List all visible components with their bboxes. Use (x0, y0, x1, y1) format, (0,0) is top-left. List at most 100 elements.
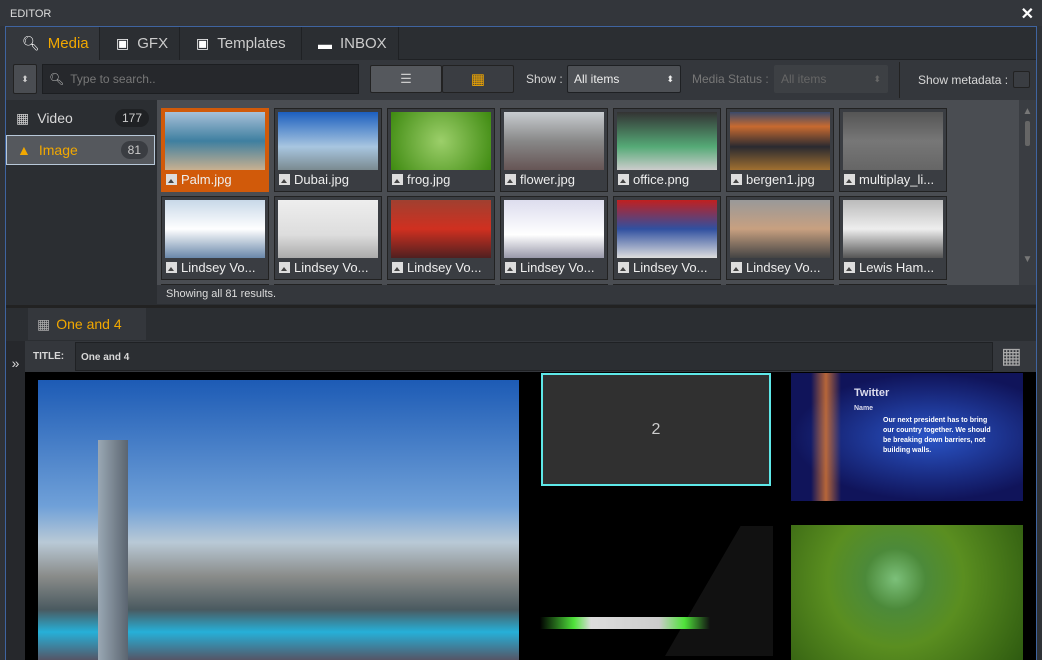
media-name: Lindsey Vo... (407, 260, 482, 275)
media-caption: Lindsey Vo... (392, 260, 492, 275)
layout-canvas: 2 Twitter Name Our next president has to… (25, 372, 1036, 660)
media-item[interactable]: Dubai.jpg (274, 108, 382, 192)
sidebar-item-image[interactable]: ▲ Image 81 (6, 135, 155, 165)
media-item[interactable]: Palm.jpg (161, 108, 269, 192)
title-row: TITLE: One and 4 ▦ (25, 341, 1036, 372)
media-grid: Palm.jpg Dubai.jpg frog.jpg flower.jpg offic… (157, 100, 1019, 285)
slot-5-frog-image[interactable] (791, 525, 1023, 660)
splitter[interactable] (6, 305, 1036, 308)
tab-gfx[interactable]: ▣ GFX (100, 27, 180, 60)
title-input[interactable]: One and 4 (75, 342, 993, 371)
film-icon: ▦ (16, 109, 30, 126)
thumbnail (278, 112, 378, 170)
grid-view-button[interactable]: ▦ (442, 65, 514, 93)
media-caption: office.png (618, 172, 718, 187)
scroll-thumb[interactable] (1025, 121, 1030, 146)
media-caption: Lindsey Vo... (279, 260, 379, 275)
media-name: office.png (633, 172, 690, 187)
media-item[interactable]: bergen1.jpg (726, 108, 834, 192)
media-item[interactable]: Lindsey Vo... (613, 196, 721, 280)
layout-select-button[interactable]: ▦ (1001, 344, 1022, 368)
image-icon (279, 262, 290, 273)
media-item[interactable]: Lindsey Vo... (274, 196, 382, 280)
media-name: Lindsey Vo... (746, 260, 821, 275)
show-metadata-label: Show metadata : (918, 73, 1009, 87)
divider (899, 62, 900, 98)
title-bar (0, 0, 1042, 26)
media-item[interactable]: office.png (613, 108, 721, 192)
media-name: Palm.jpg (181, 172, 232, 187)
thumbnail (391, 200, 491, 258)
image-icon (279, 174, 290, 185)
media-name: Lewis Ham... (859, 260, 935, 275)
twitter-text: Our next president has to bring our coun… (883, 417, 991, 454)
image-icon (505, 174, 516, 185)
media-item[interactable]: Lindsey Vo... (500, 196, 608, 280)
sports-lower-third (540, 617, 710, 629)
tab-media[interactable]: 🔍︎ Media (6, 27, 100, 60)
sort-button[interactable]: ⬍ (13, 64, 37, 94)
slot-number: 2 (651, 420, 661, 438)
media-status-select: All items ⬍ (774, 65, 888, 93)
image-icon (392, 174, 403, 185)
media-item[interactable]: Lindsey Vo... (161, 196, 269, 280)
count-badge: 81 (120, 141, 148, 159)
slot-2-empty[interactable]: 2 (541, 373, 771, 486)
media-name: frog.jpg (407, 172, 451, 187)
double-chevron-right-icon[interactable]: » (6, 355, 25, 371)
image-icon (731, 174, 742, 185)
show-value: All items (574, 72, 620, 86)
media-item[interactable]: frog.jpg (387, 108, 495, 192)
search-icon: 🔍︎ (49, 72, 65, 86)
tab-layout[interactable]: ▦ One and 4 (28, 308, 146, 340)
slot-3-twitter-graphic[interactable]: Twitter Name Our next president has to b… (791, 373, 1023, 501)
show-metadata-checkbox[interactable] (1013, 71, 1030, 88)
scroll-down-icon[interactable]: ▼ (1019, 254, 1036, 265)
search-placeholder: Type to search.. (70, 72, 156, 86)
twitter-heading: Twitter (854, 387, 890, 399)
tab-label: Templates (217, 35, 286, 52)
count-badge: 177 (114, 109, 149, 127)
media-name: flower.jpg (520, 172, 575, 187)
search-icon: 🔍︎ (22, 35, 40, 51)
thumbnail (843, 112, 943, 170)
list-icon: ☰ (400, 71, 412, 86)
media-caption: Lindsey Vo... (166, 260, 266, 275)
tab-label: INBOX (340, 35, 387, 52)
image-icon (618, 174, 629, 185)
media-status-label: Media Status : (692, 72, 769, 86)
thumbnail (843, 200, 943, 258)
scroll-up-icon[interactable]: ▲ (1019, 106, 1036, 117)
media-item[interactable]: Lewis Ham... (839, 196, 947, 280)
media-name: multiplay_li... (859, 172, 935, 187)
media-item[interactable]: Lindsey Vo... (726, 196, 834, 280)
image-icon (844, 262, 855, 273)
media-caption: Lindsey Vo... (731, 260, 831, 275)
media-caption: Lindsey Vo... (505, 260, 605, 275)
show-select[interactable]: All items ⬍ (567, 65, 681, 93)
tab-inbox[interactable]: ▬ INBOX (302, 27, 399, 60)
grid-scrollbar[interactable]: ▲ ▼ (1019, 100, 1036, 285)
media-item[interactable]: Lindsey Vo... (387, 196, 495, 280)
show-label: Show : (526, 72, 563, 86)
slot-1-dubai-image[interactable] (38, 380, 519, 660)
search-input[interactable]: 🔍︎ Type to search.. (42, 64, 359, 94)
list-view-button[interactable]: ☰ (370, 65, 442, 93)
media-item[interactable]: multiplay_li... (839, 108, 947, 192)
tab-bar-fill (399, 27, 1036, 60)
media-name: Lindsey Vo... (294, 260, 369, 275)
media-name: Lindsey Vo... (633, 260, 708, 275)
side-strip: » (6, 341, 25, 660)
image-icon: ▲ (17, 142, 31, 158)
sidebar-item-video[interactable]: ▦ Video 177 (6, 103, 155, 133)
slot-4-sports-graphic[interactable] (665, 526, 773, 656)
close-icon[interactable]: ✕ (1021, 4, 1034, 24)
media-caption: multiplay_li... (844, 172, 944, 187)
thumbnail (504, 112, 604, 170)
thumbnail (504, 200, 604, 258)
image-icon (392, 262, 403, 273)
tab-templates[interactable]: ▣ Templates (180, 27, 302, 60)
twitter-name: Name (854, 405, 874, 412)
thumbnail (730, 112, 830, 170)
media-item[interactable]: flower.jpg (500, 108, 608, 192)
